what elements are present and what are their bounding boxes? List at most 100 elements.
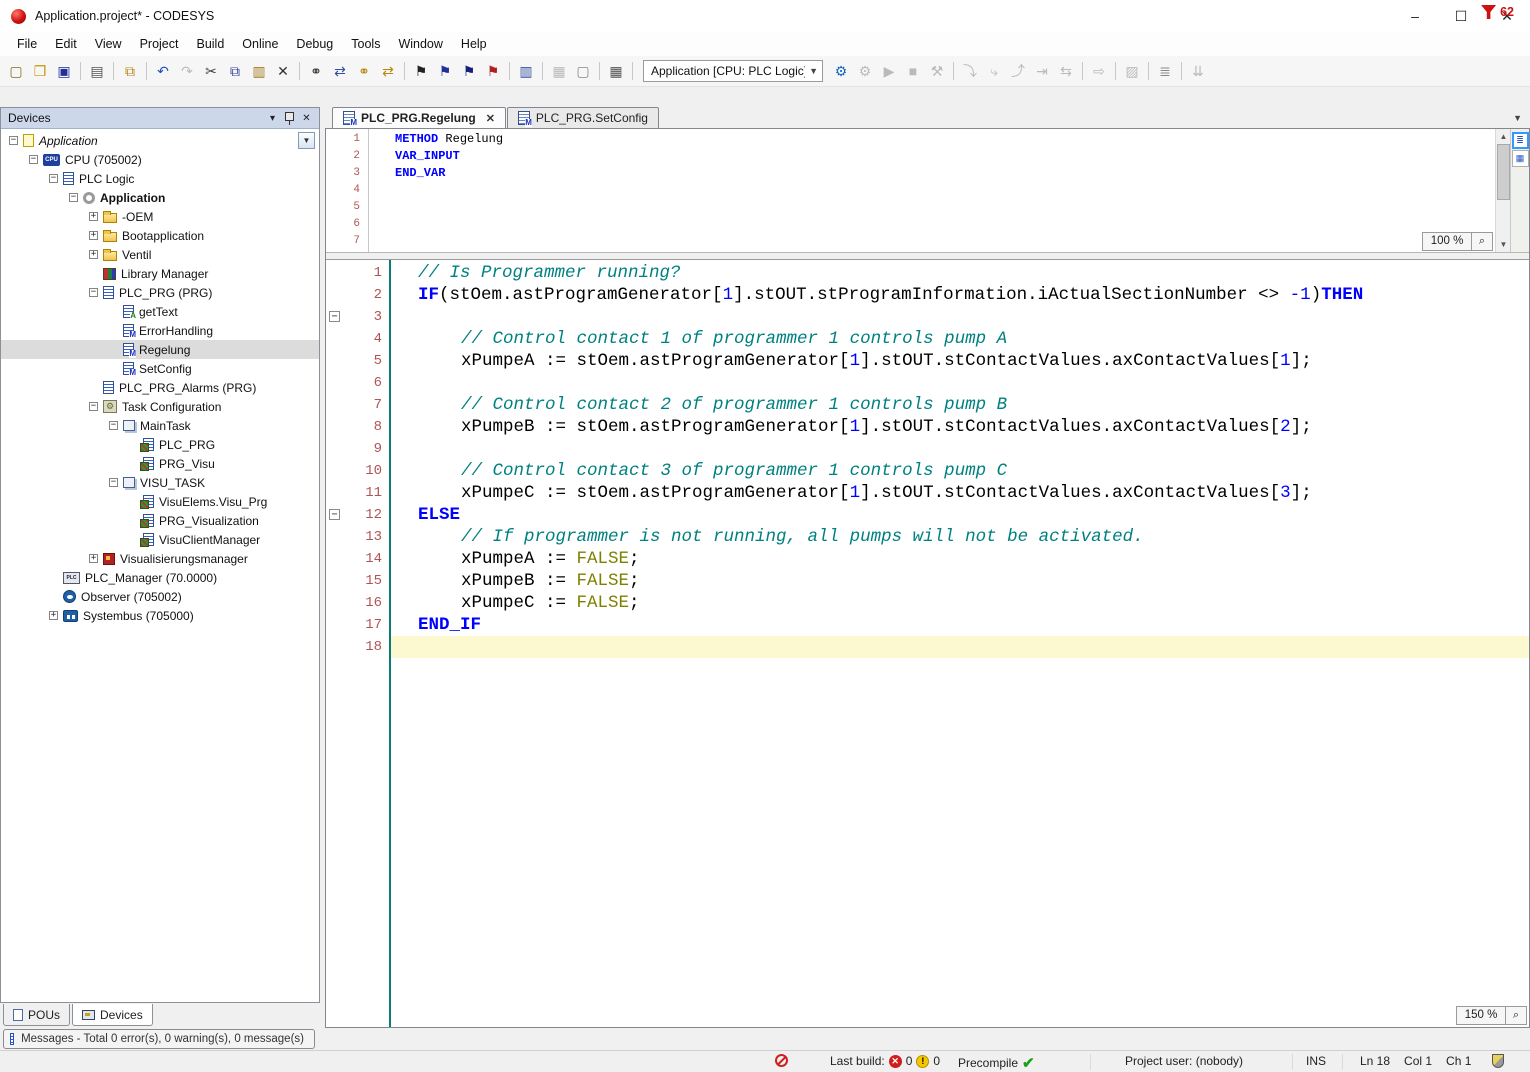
tree-item-visu-task[interactable]: −VISU_TASK (1, 473, 319, 492)
tree-item-regelung[interactable]: Regelung (1, 340, 319, 359)
tree-item-plc-manager-70-0000[interactable]: PLCPLC_Manager (70.0000) (1, 568, 319, 587)
tree-item-oem[interactable]: +-OEM (1, 207, 319, 226)
tree-item-visuelems-visu-prg[interactable]: VisuElems.Visu_Prg (1, 492, 319, 511)
menu-project[interactable]: Project (131, 33, 188, 55)
dock-tab-devices[interactable]: Devices (72, 1004, 153, 1026)
code-editor[interactable]: // Is Programmer running?IF(stOem.astPro… (391, 262, 1529, 658)
declaration-pane[interactable]: 1234567 METHOD RegelungVAR_INPUTEND_VAR … (326, 129, 1529, 252)
maximize-button[interactable]: ☐ (1438, 0, 1484, 32)
tree-item-library-manager[interactable]: Library Manager (1, 264, 319, 283)
build-button[interactable]: ▦ (548, 60, 570, 82)
menu-debug[interactable]: Debug (287, 33, 342, 55)
menu-window[interactable]: Window (389, 33, 451, 55)
start-button[interactable]: ▶ (878, 60, 900, 82)
declaration-editor[interactable]: METHOD RegelungVAR_INPUTEND_VAR (369, 131, 1493, 250)
tree-item-prg-visualization[interactable]: PRG_Visualization (1, 511, 319, 530)
tree-item-observer-705002[interactable]: Observer (705002) (1, 587, 319, 606)
tree-expand-toggle[interactable]: − (109, 478, 118, 487)
step-out-button[interactable]: ⤴ (1007, 60, 1029, 82)
scroll-up-icon[interactable]: ▲ (1496, 129, 1511, 144)
replace-button[interactable]: ⇄ (329, 60, 351, 82)
set-next-statement-button[interactable]: ⇆ (1055, 60, 1077, 82)
tree-expand-toggle[interactable]: − (89, 288, 98, 297)
code-gutter[interactable]: 123456789101112131415161718 (344, 262, 389, 658)
declaration-scrollbar[interactable]: ▲ ▼ (1495, 129, 1510, 252)
tree-expand-toggle[interactable]: − (109, 421, 118, 430)
find-in-project-button[interactable]: ⚭ (353, 60, 375, 82)
flow-control-button[interactable]: ≣ (1154, 60, 1176, 82)
step-over-button[interactable]: ⤵ (959, 60, 981, 82)
tree-item-plc-prg-prg[interactable]: −PLC_PRG (PRG) (1, 283, 319, 302)
run-to-cursor-button[interactable]: ⇥ (1031, 60, 1053, 82)
toggle-bookmark-button[interactable]: ⚑ (410, 60, 432, 82)
tree-item-plc-logic[interactable]: −PLC Logic (1, 169, 319, 188)
fold-collapse-icon[interactable]: − (329, 311, 340, 322)
tree-item-maintask[interactable]: −MainTask (1, 416, 319, 435)
editor-tab-plc-prg-regelung[interactable]: PLC_PRG.Regelung✕ (332, 107, 506, 128)
editor-tab-plc-prg-setconfig[interactable]: PLC_PRG.SetConfig (507, 107, 659, 128)
tree-expand-toggle[interactable]: − (29, 155, 38, 164)
panel-close-icon[interactable]: ✕ (298, 113, 315, 124)
clean-button[interactable]: ▢ (572, 60, 594, 82)
delete-button[interactable]: ✕ (272, 60, 294, 82)
tree-expand-toggle[interactable]: + (89, 250, 98, 259)
tree-item-application[interactable]: −Application▼ (1, 131, 319, 150)
tree-expand-toggle[interactable]: + (89, 554, 98, 563)
tree-item-visualisierungsmanager[interactable]: +Visualisierungsmanager (1, 549, 319, 568)
pin-icon[interactable] (281, 112, 298, 124)
active-application-dropdown-icon[interactable]: ▼ (298, 132, 315, 149)
tree-expand-toggle[interactable]: − (49, 174, 58, 183)
combo-dropdown-icon[interactable]: ▼ (809, 66, 818, 76)
code-zoom-level[interactable]: 150 % (1456, 1006, 1506, 1025)
cut-button[interactable]: ✂ (200, 60, 222, 82)
print-button[interactable]: ▤ (86, 60, 108, 82)
code-zoom-icon[interactable]: ⌕ (1506, 1006, 1527, 1025)
scroll-down-icon[interactable]: ▼ (1496, 237, 1511, 252)
tree-item-cpu-705002[interactable]: −CPUCPU (705002) (1, 150, 319, 169)
tree-expand-toggle[interactable]: − (9, 136, 18, 145)
logout-button[interactable]: ⚙ (854, 60, 876, 82)
previous-bookmark-button[interactable]: ⚑ (434, 60, 456, 82)
message-filter-badge[interactable]: 62 (1481, 5, 1514, 19)
replace-in-project-button[interactable]: ⇄ (377, 60, 399, 82)
tree-item-setconfig[interactable]: SetConfig (1, 359, 319, 378)
open-project-button[interactable]: ❒ (29, 60, 51, 82)
next-bookmark-button[interactable]: ⚑ (458, 60, 480, 82)
tree-item-task-configuration[interactable]: −⚙Task Configuration (1, 397, 319, 416)
tree-item-bootapplication[interactable]: +Bootapplication (1, 226, 319, 245)
menu-view[interactable]: View (86, 33, 131, 55)
tree-expand-toggle[interactable]: + (89, 212, 98, 221)
fold-collapse-icon[interactable]: − (329, 509, 340, 520)
tree-item-prg-visu[interactable]: PRG_Visu (1, 454, 319, 473)
tree-item-plc-prg-alarms-prg[interactable]: PLC_PRG_Alarms (PRG) (1, 378, 319, 397)
tab-list-dropdown-icon[interactable]: ▼ (1513, 113, 1522, 123)
panel-menu-icon[interactable]: ▾ (264, 113, 281, 124)
stop-button[interactable]: ■ (902, 60, 924, 82)
fold-margin[interactable]: −− (326, 260, 344, 1027)
menu-online[interactable]: Online (233, 33, 287, 55)
tab-close-icon[interactable]: ✕ (486, 112, 495, 125)
minimize-button[interactable]: – (1392, 0, 1438, 32)
menu-edit[interactable]: Edit (46, 33, 86, 55)
dock-tab-pous[interactable]: POUs (3, 1004, 70, 1026)
scroll-thumb[interactable] (1497, 144, 1510, 200)
write-values-button[interactable]: ▨ (1121, 60, 1143, 82)
save-project-button[interactable]: ▣ (53, 60, 75, 82)
paste-button[interactable]: ▥ (248, 60, 270, 82)
copy-pages-button[interactable]: ⧉ (119, 60, 141, 82)
menu-build[interactable]: Build (187, 33, 233, 55)
redo-button[interactable]: ↷ (176, 60, 198, 82)
show-next-statement-button[interactable]: ⇨ (1088, 60, 1110, 82)
find-button[interactable]: ⚭ (305, 60, 327, 82)
menu-tools[interactable]: Tools (342, 33, 389, 55)
tree-item-ventil[interactable]: +Ventil (1, 245, 319, 264)
login-button[interactable]: ⚙ (830, 60, 852, 82)
tree-expand-toggle[interactable]: + (49, 611, 58, 620)
tree-item-plc-prg[interactable]: PLC_PRG (1, 435, 319, 454)
tree-expand-toggle[interactable]: + (89, 231, 98, 240)
code-pane[interactable]: −− 123456789101112131415161718 // Is Pro… (326, 260, 1529, 1027)
step-into-button[interactable]: ⤷ (983, 60, 1005, 82)
tree-item-visuclientmanager[interactable]: VisuClientManager (1, 530, 319, 549)
breakpoints-button[interactable]: ⚒ (926, 60, 948, 82)
tree-item-errorhandling[interactable]: ErrorHandling (1, 321, 319, 340)
